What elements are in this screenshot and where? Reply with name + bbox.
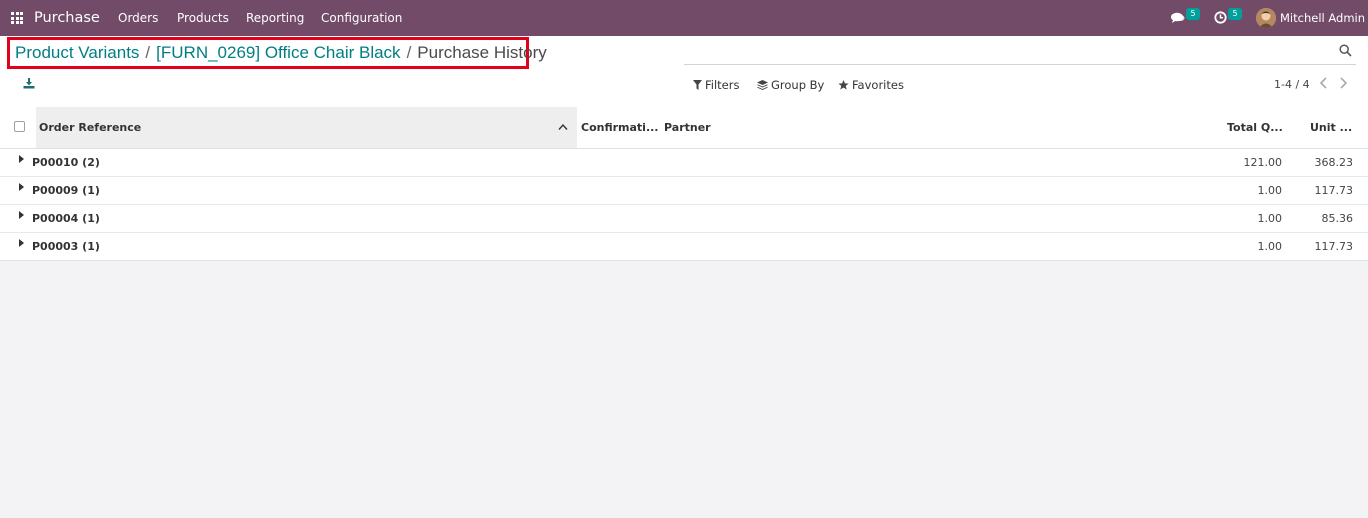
menu-configuration[interactable]: Configuration: [321, 0, 402, 36]
group-total-qty: 121.00: [1243, 156, 1283, 169]
group-row[interactable]: P00010 (2) 121.00 368.23: [0, 149, 1368, 177]
caret-right-icon: [19, 155, 24, 163]
apps-menu-icon[interactable]: [11, 12, 23, 24]
group-label: P00010 (2): [32, 156, 100, 169]
control-panel: Product Variants / [FURN_0269] Office Chai…: [0, 36, 1368, 108]
menu-products[interactable]: Products: [177, 0, 229, 36]
breadcrumb-separator: /: [145, 43, 151, 62]
search-icon[interactable]: [1339, 44, 1352, 57]
favorites-button[interactable]: Favorites: [838, 78, 904, 92]
pager-next-icon[interactable]: [1337, 76, 1349, 90]
group-row[interactable]: P00003 (1) 1.00 117.73: [0, 233, 1368, 260]
group-row[interactable]: P00009 (1) 1.00 117.73: [0, 177, 1368, 205]
list-header: Order Reference Confirmati... Partner To…: [0, 107, 1368, 149]
column-order-reference[interactable]: Order Reference: [39, 107, 141, 148]
menu-reporting[interactable]: Reporting: [246, 0, 304, 36]
filters-button[interactable]: Filters: [693, 78, 739, 92]
group-by-label: Group By: [771, 78, 825, 92]
caret-right-icon: [19, 183, 24, 191]
star-icon: [838, 80, 849, 90]
top-navbar: Purchase Orders Products Reporting Confi…: [0, 0, 1368, 36]
user-name[interactable]: Mitchell Admin: [1280, 0, 1365, 36]
group-unit: 117.73: [1314, 184, 1354, 197]
group-by-button[interactable]: Group By: [757, 78, 824, 92]
search-bar: [684, 40, 1356, 65]
pager-previous-icon[interactable]: [1318, 76, 1330, 90]
favorites-label: Favorites: [852, 78, 904, 92]
breadcrumb-separator: /: [406, 43, 412, 62]
column-confirmation[interactable]: Confirmati...: [581, 107, 659, 148]
activities-clock-icon[interactable]: [1214, 11, 1227, 24]
filter-icon: [693, 80, 702, 90]
caret-right-icon: [19, 239, 24, 247]
download-icon[interactable]: [23, 77, 35, 89]
group-total-qty: 1.00: [1257, 240, 1283, 253]
group-label: P00004 (1): [32, 212, 100, 225]
group-unit: 85.36: [1321, 212, 1354, 225]
column-total-qty[interactable]: Total Q...: [1227, 107, 1283, 148]
activities-badge: 5: [1228, 8, 1242, 20]
app-name[interactable]: Purchase: [34, 0, 100, 36]
filters-label: Filters: [705, 78, 740, 92]
search-input[interactable]: [686, 42, 1326, 60]
group-total-qty: 1.00: [1257, 184, 1283, 197]
menu-orders[interactable]: Orders: [118, 0, 158, 36]
column-unit[interactable]: Unit ...: [1310, 107, 1352, 148]
group-unit: 368.23: [1314, 156, 1354, 169]
messages-badge: 5: [1186, 8, 1200, 20]
group-total-qty: 1.00: [1257, 212, 1283, 225]
user-avatar[interactable]: [1256, 8, 1276, 28]
group-label: P00009 (1): [32, 184, 100, 197]
select-all-checkbox[interactable]: [14, 121, 25, 132]
group-unit: 117.73: [1314, 240, 1354, 253]
breadcrumb-current: Purchase History: [417, 43, 547, 62]
group-label: P00003 (1): [32, 240, 100, 253]
breadcrumb-product-variants[interactable]: Product Variants: [15, 43, 139, 62]
breadcrumb: Product Variants / [FURN_0269] Office Chai…: [15, 43, 547, 63]
group-row[interactable]: P00004 (1) 1.00 85.36: [0, 205, 1368, 233]
pager-value[interactable]: 1-4 / 4: [1274, 78, 1310, 91]
layers-icon: [757, 80, 768, 90]
purchase-history-list: Order Reference Confirmati... Partner To…: [0, 107, 1368, 261]
column-partner[interactable]: Partner: [664, 107, 711, 148]
breadcrumb-product[interactable]: [FURN_0269] Office Chair Black: [156, 43, 400, 62]
sort-ascending-icon[interactable]: [558, 123, 568, 131]
messages-icon[interactable]: [1171, 12, 1185, 23]
caret-right-icon: [19, 211, 24, 219]
